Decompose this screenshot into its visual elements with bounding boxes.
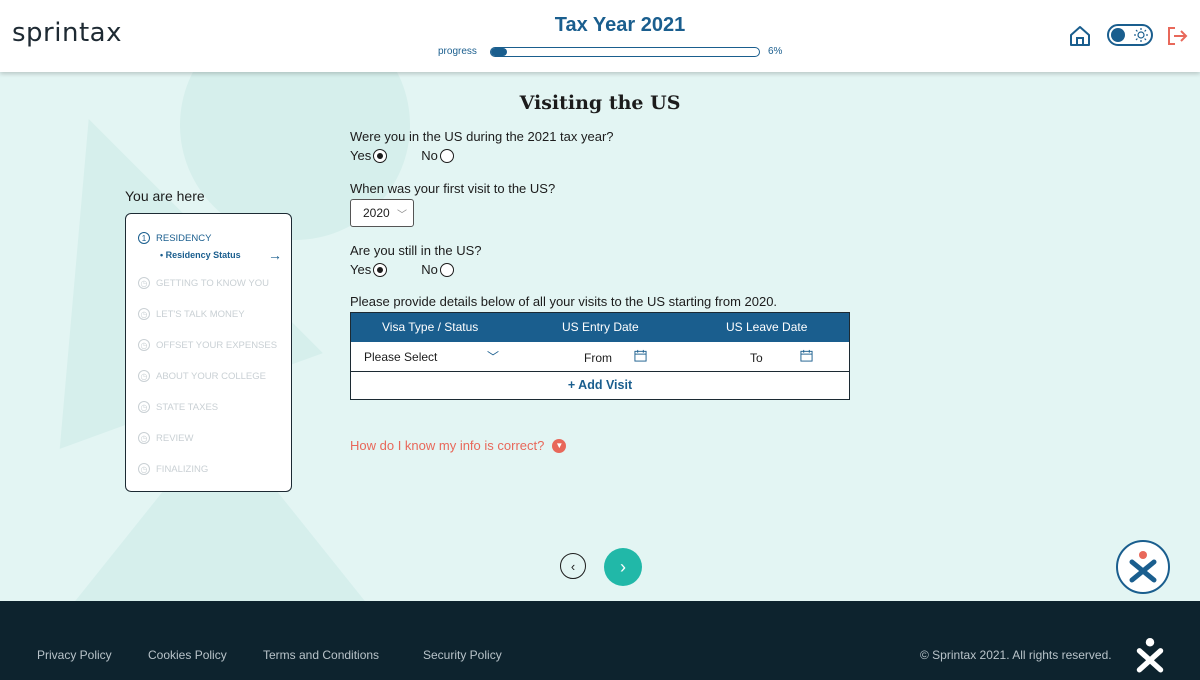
substep-residency-status[interactable]: • Residency Status bbox=[160, 250, 241, 260]
radio-label: No bbox=[421, 262, 438, 277]
visits-table: Visa Type / Status US Entry Date US Leav… bbox=[350, 312, 850, 400]
privacy-policy-link[interactable]: Privacy Policy bbox=[37, 648, 112, 662]
radio-circle[interactable] bbox=[439, 148, 454, 163]
terms-link[interactable]: Terms and Conditions bbox=[263, 648, 379, 662]
header-leave-date: US Leave Date bbox=[726, 320, 808, 334]
radio-circle[interactable] bbox=[439, 262, 454, 277]
question-first-visit: When was your first visit to the US? bbox=[350, 181, 556, 196]
radio-circle[interactable] bbox=[373, 148, 388, 163]
sun-icon bbox=[1134, 28, 1148, 42]
home-icon[interactable] bbox=[1068, 24, 1092, 48]
progress-label: progress bbox=[438, 46, 477, 57]
theme-toggle[interactable] bbox=[1107, 24, 1153, 46]
radio-circle[interactable] bbox=[373, 262, 388, 277]
step-label: RESIDENCY bbox=[156, 232, 212, 244]
sprintax-figure-icon bbox=[1136, 638, 1164, 673]
info-link-text: How do I know my info is correct? bbox=[350, 438, 545, 453]
visits-table-header: Visa Type / Status US Entry Date US Leav… bbox=[351, 313, 849, 342]
step-label: STATE TAXES bbox=[156, 401, 219, 413]
step-label: FINALIZING bbox=[156, 463, 209, 475]
question-still-in-us: Are you still in the US? bbox=[350, 243, 482, 258]
step-label: LET'S TALK MONEY bbox=[156, 308, 245, 320]
step-finalizing: ◷ FINALIZING bbox=[138, 463, 208, 475]
page-title: Visiting the US bbox=[519, 92, 681, 114]
header: sprintax Tax Year 2021 progress 6% bbox=[0, 0, 1200, 72]
step-getting-to-know-you: ◷ GETTING TO KNOW YOU bbox=[138, 277, 269, 289]
clock-icon: ◷ bbox=[138, 339, 150, 351]
select-value: 2020 bbox=[363, 206, 390, 220]
chevron-right-icon: › bbox=[620, 556, 626, 577]
step-lets-talk-money: ◷ LET'S TALK MONEY bbox=[138, 308, 245, 320]
step-about-your-college: ◷ ABOUT YOUR COLLEGE bbox=[138, 370, 266, 382]
chevron-down-icon: ▼ bbox=[552, 438, 567, 453]
radio-group-still-in-us: Yes No bbox=[350, 262, 488, 277]
visa-type-select[interactable]: Please Select bbox=[364, 350, 437, 364]
header-visa-type: Visa Type / Status bbox=[382, 320, 479, 334]
footer: Privacy Policy Cookies Policy Terms and … bbox=[0, 601, 1200, 680]
back-button[interactable]: ‹ bbox=[560, 553, 586, 579]
you-are-here-heading: You are here bbox=[125, 188, 205, 204]
visit-row: Please Select ﹀ From To bbox=[351, 342, 849, 372]
chevron-left-icon: ‹ bbox=[570, 558, 576, 574]
toggle-knob bbox=[1111, 28, 1125, 42]
progress-fill bbox=[491, 48, 508, 56]
clock-icon: ◷ bbox=[138, 370, 150, 382]
leave-date-input[interactable]: To bbox=[750, 351, 763, 365]
help-assistant-button[interactable] bbox=[1116, 540, 1170, 594]
clock-icon: ◷ bbox=[138, 308, 150, 320]
radio-label: Yes bbox=[350, 148, 372, 163]
radio-yes[interactable]: Yes bbox=[350, 148, 388, 163]
radio-yes[interactable]: Yes bbox=[350, 262, 388, 277]
radio-no[interactable]: No bbox=[421, 262, 454, 277]
arrow-right-icon: → bbox=[268, 247, 282, 263]
sprintax-figure-icon bbox=[1129, 551, 1157, 583]
progress-bar bbox=[490, 47, 760, 57]
visits-intro-text: Please provide details below of all your… bbox=[350, 294, 778, 309]
info-correct-link[interactable]: How do I know my info is correct? ▼ bbox=[350, 438, 567, 453]
sprintax-logo[interactable]: sprintax bbox=[12, 18, 122, 48]
steps-panel: 1 RESIDENCY • Residency Status → ◷ GETTI… bbox=[125, 213, 292, 492]
copyright-text: © Sprintax 2021. All rights reserved. bbox=[920, 648, 1112, 662]
cookies-policy-link[interactable]: Cookies Policy bbox=[148, 648, 227, 662]
chevron-down-icon[interactable]: ﹀ bbox=[487, 348, 499, 365]
radio-label: Yes bbox=[350, 262, 372, 277]
step-residency[interactable]: 1 RESIDENCY bbox=[138, 232, 211, 244]
progress-percent: 6% bbox=[768, 46, 783, 57]
next-button[interactable]: › bbox=[604, 548, 642, 586]
step-label: GETTING TO KNOW YOU bbox=[156, 277, 269, 289]
security-policy-link[interactable]: Security Policy bbox=[423, 648, 502, 662]
question-in-us-during-tax-year: Were you in the US during the 2021 tax y… bbox=[350, 129, 614, 144]
clock-icon: ◷ bbox=[138, 432, 150, 444]
step-label: ABOUT YOUR COLLEGE bbox=[156, 370, 266, 382]
calendar-icon[interactable] bbox=[634, 349, 647, 362]
step-number: 1 bbox=[138, 232, 150, 244]
entry-date-input[interactable]: From bbox=[584, 351, 612, 365]
clock-icon: ◷ bbox=[138, 463, 150, 475]
step-review: ◷ REVIEW bbox=[138, 432, 193, 444]
first-visit-year-select[interactable]: 2020 ﹀ bbox=[350, 199, 414, 227]
clock-icon: ◷ bbox=[138, 277, 150, 289]
logout-icon[interactable] bbox=[1165, 24, 1189, 48]
radio-no[interactable]: No bbox=[421, 148, 454, 163]
step-label: OFFSET YOUR EXPENSES bbox=[156, 339, 278, 351]
chevron-down-icon: ﹀ bbox=[397, 210, 407, 221]
step-offset-your-expenses: ◷ OFFSET YOUR EXPENSES bbox=[138, 339, 277, 351]
tax-year-title: Tax Year 2021 bbox=[554, 14, 686, 36]
calendar-icon[interactable] bbox=[800, 349, 813, 362]
add-visit-button[interactable]: + Add Visit bbox=[351, 372, 849, 400]
step-state-taxes: ◷ STATE TAXES bbox=[138, 401, 218, 413]
radio-label: No bbox=[421, 148, 438, 163]
main-content: Visiting the US You are here 1 RESIDENCY… bbox=[0, 72, 1200, 601]
clock-icon: ◷ bbox=[138, 401, 150, 413]
step-label: REVIEW bbox=[156, 432, 194, 444]
header-entry-date: US Entry Date bbox=[562, 320, 639, 334]
radio-group-in-us: Yes No bbox=[350, 148, 488, 163]
